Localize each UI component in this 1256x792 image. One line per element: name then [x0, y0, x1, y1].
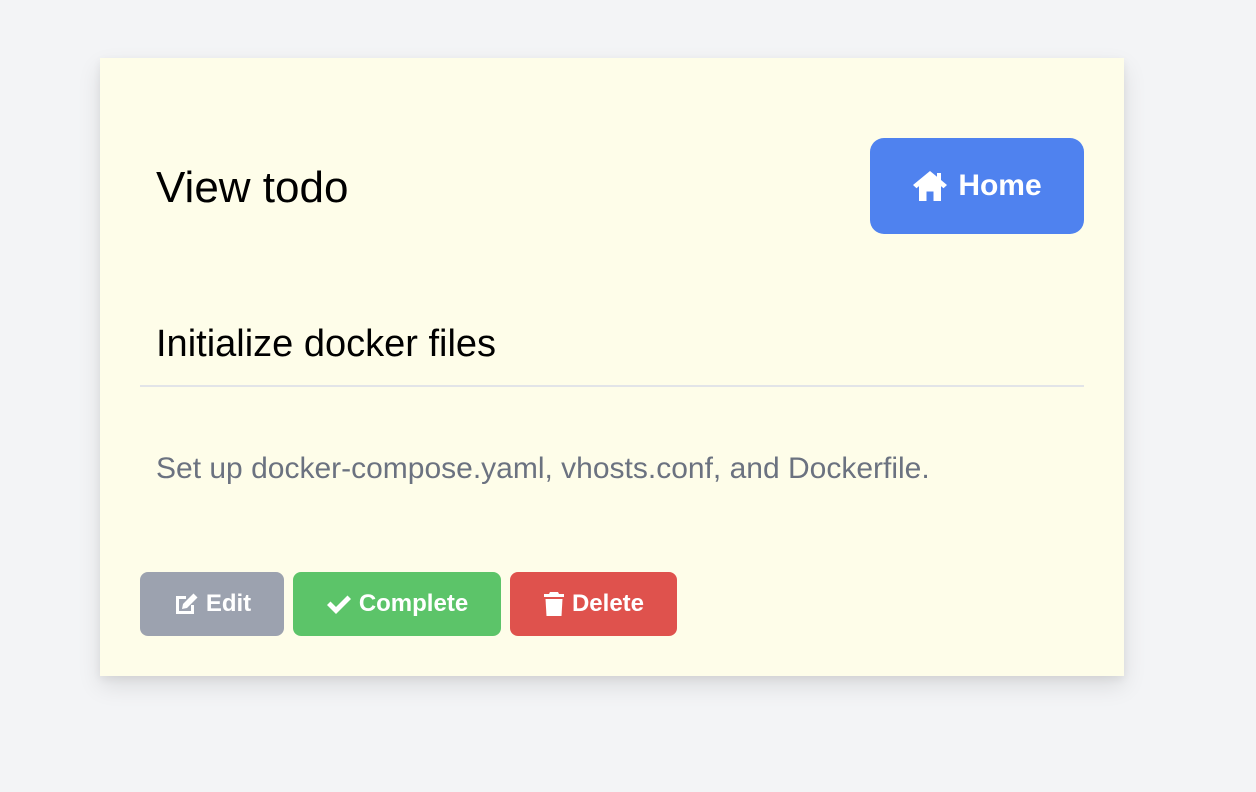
page-title: View todo: [156, 163, 349, 212]
home-icon: [913, 171, 948, 201]
complete-button-label: Complete: [358, 590, 469, 617]
delete-button-label: Delete: [571, 590, 645, 617]
check-icon: [326, 595, 351, 614]
todo-title: Initialize docker files: [156, 323, 497, 365]
edit-button-label: Edit: [205, 590, 252, 617]
edit-icon: [175, 593, 198, 614]
home-button-label: Home: [958, 169, 1042, 202]
edit-button[interactable]: Edit: [140, 572, 284, 636]
action-bar: Edit Complete Delete: [140, 572, 677, 636]
delete-button[interactable]: Delete: [510, 572, 677, 636]
complete-button[interactable]: Complete: [293, 572, 501, 636]
todo-description: Set up docker-compose.yaml, vhosts.conf,…: [156, 452, 930, 485]
todo-card: View todo Home Initialize docker files S…: [100, 58, 1124, 676]
trash-icon: [543, 592, 564, 616]
divider: [140, 385, 1084, 387]
home-button[interactable]: Home: [870, 138, 1084, 234]
